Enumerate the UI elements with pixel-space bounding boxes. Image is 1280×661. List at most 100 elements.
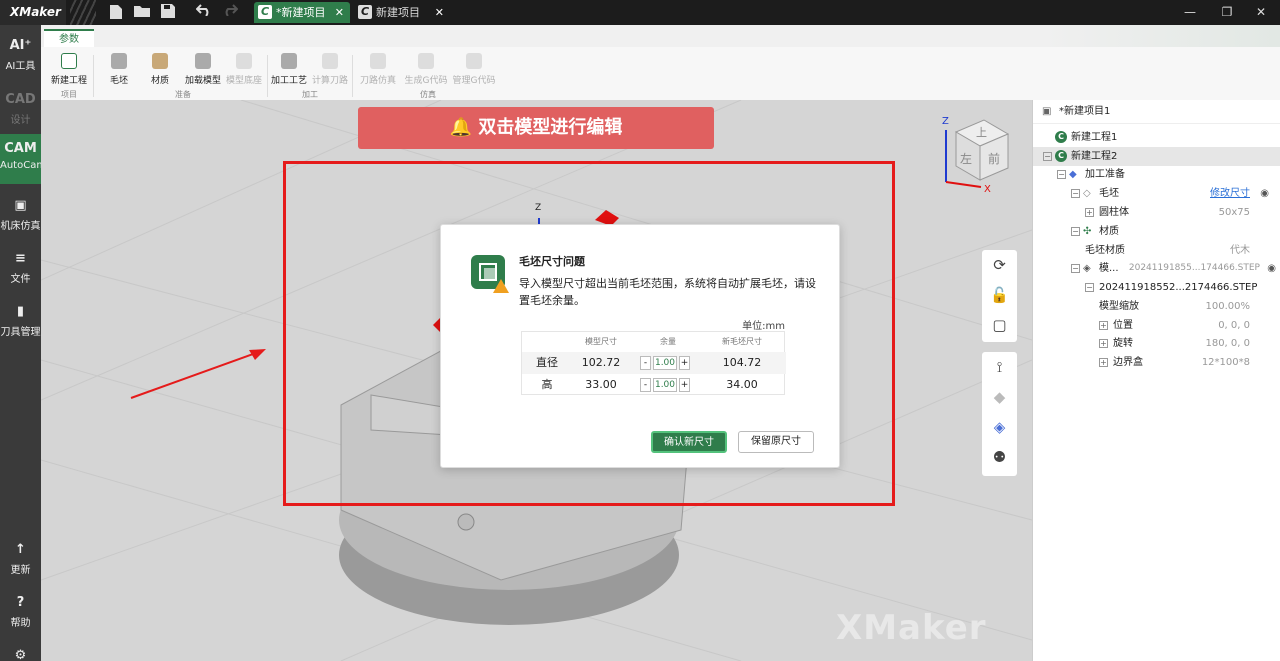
open-folder-icon[interactable] [134,4,150,20]
toolpath-sim-button[interactable]: 刀路仿真 [359,53,397,89]
model-base-button[interactable]: 模型底座 [225,53,263,89]
generate-gcode-button[interactable]: 生成G代码 [403,53,449,89]
watermark-logo: XMaker [836,608,987,648]
update-icon: ↑ [15,542,26,557]
tree-label: 材质 [1099,226,1119,237]
decrement-button[interactable]: - [640,356,651,370]
sidebar-item-update[interactable]: ↑ 更新 [0,535,41,585]
load-model-button[interactable]: 加载模型 [183,53,223,89]
tree-value: 100.00% [1205,301,1251,312]
sidebar-item-ai-tools[interactable]: AI⁺ AI工具 [0,31,41,81]
confirm-new-size-button[interactable]: 确认新尺寸 [651,431,727,453]
button-label: 刀路仿真 [359,76,396,86]
tree-item-stock[interactable]: − ◇ 毛坯 修改尺寸 ◉ [1033,184,1280,203]
eye-icon[interactable]: ◉ [1267,259,1276,278]
maximize-icon[interactable]: ❐ [1212,0,1242,25]
tree-value: 50x75 [1218,207,1250,218]
new-file-icon[interactable] [108,4,124,20]
sidebar-item-tool-management[interactable]: ▮ 刀具管理 [0,297,41,347]
edit-size-link[interactable]: 修改尺寸 [1210,184,1250,203]
undo-icon[interactable] [195,4,212,20]
collapse-icon[interactable]: − [1043,152,1052,161]
cam-project-icon: C [358,5,372,19]
sidebar-item-cad[interactable]: CAD 设计 [0,85,41,135]
tree-item-project-1[interactable]: C 新建工程1 [1033,128,1280,147]
tree-item-position[interactable]: + 位置 0, 0, 0 [1033,316,1280,335]
sidebar-item-help[interactable]: ? 帮助 [0,588,41,638]
save-icon[interactable] [160,4,176,20]
tab-project-2[interactable]: C 新建项目2 ✕ [354,2,450,40]
tree-item-model[interactable]: − ◈ 模... 20241191855...174466.STEP ◉ [1033,259,1280,278]
tree-item-machining-prep[interactable]: − ◆ 加工准备 [1033,165,1280,184]
tab-project-1[interactable]: C *新建项目1 ✕ [254,2,350,40]
axis-z-label: Z [942,116,949,127]
redo-icon[interactable] [222,4,239,20]
title-bar: XMaker C *新建项目1 ✕ C 新建项目2 ✕ — ❐ ✕ [0,0,1280,40]
show-stock-icon[interactable]: ◆ [982,382,1017,412]
expand-icon[interactable]: + [1099,321,1108,330]
increment-button[interactable]: + [679,378,690,392]
button-label: 材质 [150,76,169,86]
collapse-icon[interactable]: − [1071,189,1080,198]
collapse-icon[interactable]: − [1071,227,1080,236]
group-label: 项目 [61,90,77,99]
machining-process-button[interactable]: 加工工艺 [270,53,308,89]
gcode-icon [418,53,434,69]
settings-icon[interactable]: ⚙ [0,641,41,661]
tree-label: 旋转 [1113,338,1133,349]
tree-label: 加工准备 [1085,169,1125,180]
close-tab-icon[interactable]: ✕ [335,2,344,23]
box-view-icon[interactable]: ▢ [982,310,1017,340]
material-button[interactable]: 材质 [144,53,176,89]
cube-top-face[interactable]: 上 [976,124,987,140]
margin-input[interactable]: 1.00 [653,378,677,392]
manage-gcode-button[interactable]: 管理G代码 [451,53,497,89]
button-label: 计算刀路 [311,76,348,86]
view-cube[interactable]: Z X 上 左 前 [936,112,1016,202]
collapse-icon[interactable]: − [1057,170,1066,179]
reset-view-icon[interactable]: ⟳ [982,250,1017,280]
tab-parameters[interactable]: 参数 [44,29,94,47]
close-window-icon[interactable]: ✕ [1246,0,1276,25]
stock-button[interactable]: 毛坯 [103,53,135,89]
collapse-icon[interactable]: − [1071,264,1080,273]
margin-input[interactable]: 1.00 [653,356,677,370]
keep-original-size-button[interactable]: 保留原尺寸 [738,431,814,453]
collapse-icon[interactable]: − [1085,283,1094,292]
sidebar-item-file[interactable]: ≡ 文件 [0,244,41,294]
tree-item-project-2[interactable]: − C 新建工程2 [1033,147,1280,166]
group-label: 加工 [302,90,318,99]
tree-item-step-file[interactable]: − 202411918552...2174466.STEP [1033,278,1280,297]
show-model-icon[interactable]: ◈ [982,412,1017,442]
eye-icon[interactable]: ◉ [1260,184,1269,203]
app-icon [471,255,509,293]
tree-item-bounding-box[interactable]: + 边界盒 12*100*8 [1033,353,1280,372]
cube-front-face[interactable]: 前 [988,150,1000,167]
expand-icon[interactable]: + [1099,339,1108,348]
tree-item-model-scale[interactable]: 模型缩放 100.00% [1033,297,1280,316]
tree-item-rotation[interactable]: + 旋转 180, 0, 0 [1033,334,1280,353]
close-tab-icon[interactable]: ✕ [435,2,444,23]
expand-icon[interactable]: + [1085,208,1094,217]
group-label: 仿真 [420,90,436,99]
minimize-icon[interactable]: — [1175,0,1205,25]
increment-button[interactable]: + [679,356,690,370]
lock-view-icon[interactable]: 🔓 [982,280,1017,310]
expand-icon[interactable]: + [1099,358,1108,367]
button-label: 加工工艺 [270,76,307,86]
new-project-button[interactable]: 新建工程 [49,53,89,89]
compute-toolpath-button[interactable]: 计算刀路 [311,53,349,89]
cam-project-icon: C [1055,150,1067,162]
tree-item-material[interactable]: − ✣ 材质 [1033,222,1280,241]
show-axes-icon[interactable]: ⟟ [982,352,1017,382]
sidebar-item-autocam[interactable]: CAM AutoCam [0,134,46,184]
cube-left-face[interactable]: 左 [960,150,972,167]
tree-item-cylinder[interactable]: + 圆柱体 50x75 [1033,203,1280,222]
tree-item-stock-material[interactable]: 毛坯材质 代木 [1033,241,1280,260]
sidebar-item-machine-sim[interactable]: ▣ 机床仿真 [0,191,41,241]
warning-icon [493,279,509,293]
decrement-button[interactable]: - [640,378,651,392]
show-tool-icon[interactable]: ⚉ [982,442,1017,472]
tree-label: 圆柱体 [1099,207,1129,218]
app-logo: XMaker [0,0,66,25]
